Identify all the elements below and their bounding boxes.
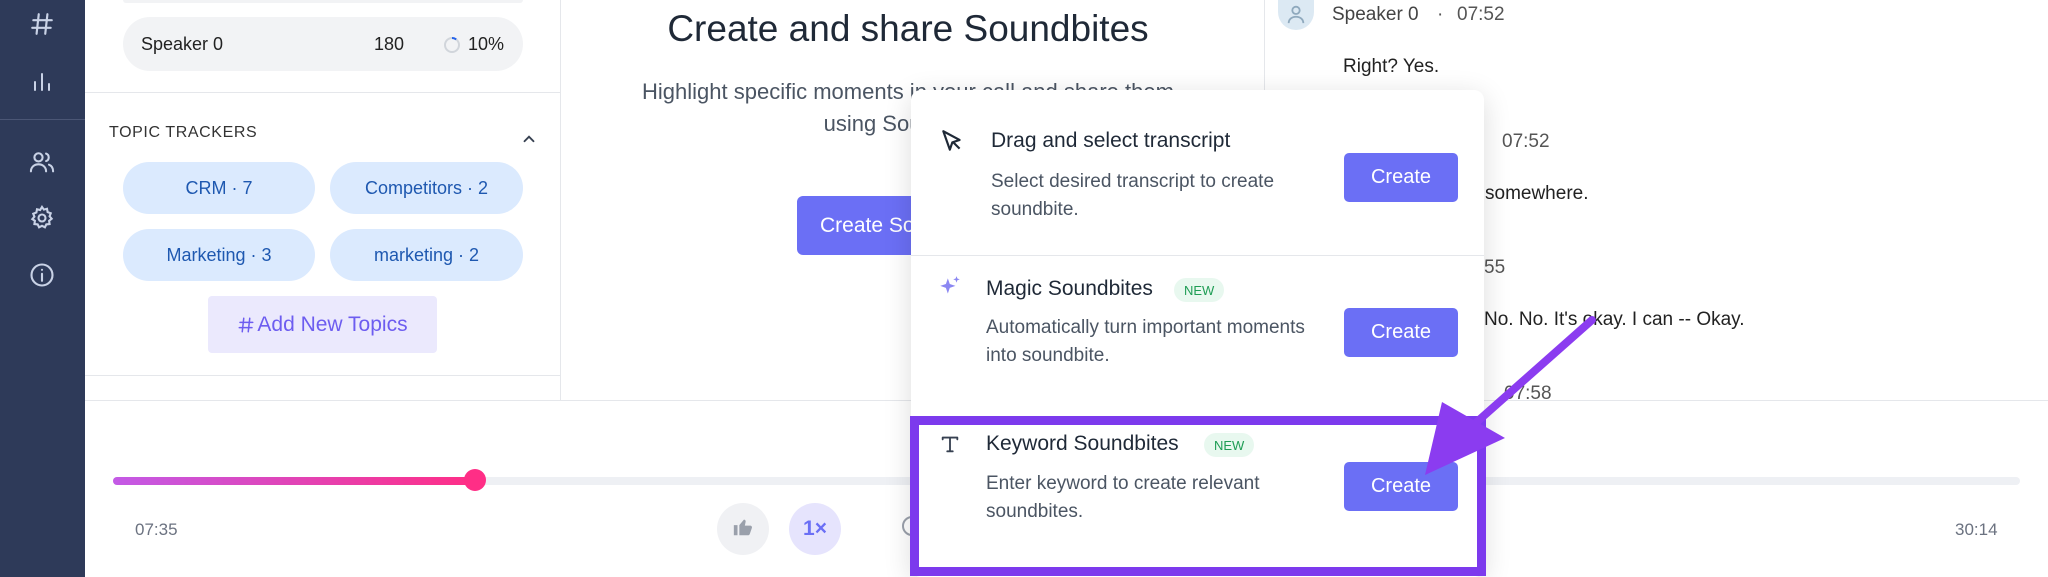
rail-divider — [0, 119, 85, 120]
add-new-topics-button[interactable]: Add New Topics — [208, 296, 437, 353]
transcript-text: somewhere. — [1485, 183, 1589, 204]
topic-trackers-title: TOPIC TRACKERS — [109, 124, 258, 141]
total-time: 30:14 — [1955, 520, 1998, 539]
dot-separator: · — [1437, 4, 1444, 25]
option-title: Drag and select transcript — [991, 129, 1231, 152]
progress-ring-icon — [443, 36, 461, 59]
transcript-time[interactable]: 55 — [1484, 257, 1505, 279]
add-topics-label: Add New Topics — [257, 312, 408, 336]
speaker-stat-row[interactable]: Speaker 0 180 10% — [123, 17, 523, 71]
topic-chip[interactable]: Marketing · 3 — [123, 229, 315, 281]
avatar — [1278, 0, 1314, 30]
nav-rail — [0, 0, 85, 577]
menu-option-drag-select[interactable]: Drag and select transcript Select desire… — [911, 90, 1484, 255]
page-title: Create and share Soundbites — [667, 8, 1149, 49]
chevron-up-icon[interactable] — [520, 130, 538, 153]
speaker-percent: 10% — [468, 34, 505, 54]
option-description: Automatically turn important moments int… — [986, 317, 1305, 366]
option-description: Select desired transcript to create soun… — [991, 171, 1275, 220]
menu-option-magic[interactable]: Magic Soundbites NEW Automatically turn … — [911, 256, 1484, 416]
topic-chip[interactable]: Competitors · 2 — [330, 162, 523, 214]
transcript-speaker: Speaker 0 — [1332, 4, 1419, 25]
card-edge — [123, 0, 523, 3]
speaker-count: 180 — [374, 34, 405, 54]
settings-icon[interactable] — [26, 202, 58, 234]
users-icon[interactable] — [26, 146, 58, 178]
playback-speed-button[interactable]: 1× — [789, 503, 841, 555]
speaker-name: Speaker 0 — [141, 34, 224, 54]
hashtag-icon[interactable] — [26, 8, 58, 40]
transcript-text: Right? Yes. — [1343, 56, 1440, 77]
seek-handle[interactable] — [464, 469, 486, 491]
hashtag-icon — [237, 315, 255, 335]
topic-chip[interactable]: marketing · 2 — [330, 229, 523, 281]
divider — [85, 375, 560, 376]
analytics-icon[interactable] — [26, 66, 58, 98]
thumbs-up-button[interactable] — [717, 503, 769, 555]
seek-progress — [113, 477, 475, 485]
annotation-arrow-icon — [1425, 316, 1596, 475]
transcript-time[interactable]: 07:52 — [1457, 4, 1505, 26]
create-button[interactable]: Create — [1344, 153, 1458, 202]
topic-chip[interactable]: CRM · 7 — [123, 162, 315, 214]
panel-divider — [560, 0, 561, 400]
option-title: Magic Soundbites — [986, 277, 1153, 300]
left-panel: Speaker 0 180 10% TOPIC TRACKERS CRM · 7… — [85, 0, 560, 400]
transcript-time[interactable]: 07:52 — [1502, 131, 1550, 153]
sparkle-icon — [937, 274, 963, 300]
current-time: 07:35 — [135, 520, 178, 539]
thumbs-up-icon — [732, 516, 754, 543]
info-icon[interactable] — [26, 259, 58, 291]
divider — [85, 92, 560, 93]
cursor-icon — [939, 128, 965, 154]
new-badge: NEW — [1174, 278, 1225, 302]
